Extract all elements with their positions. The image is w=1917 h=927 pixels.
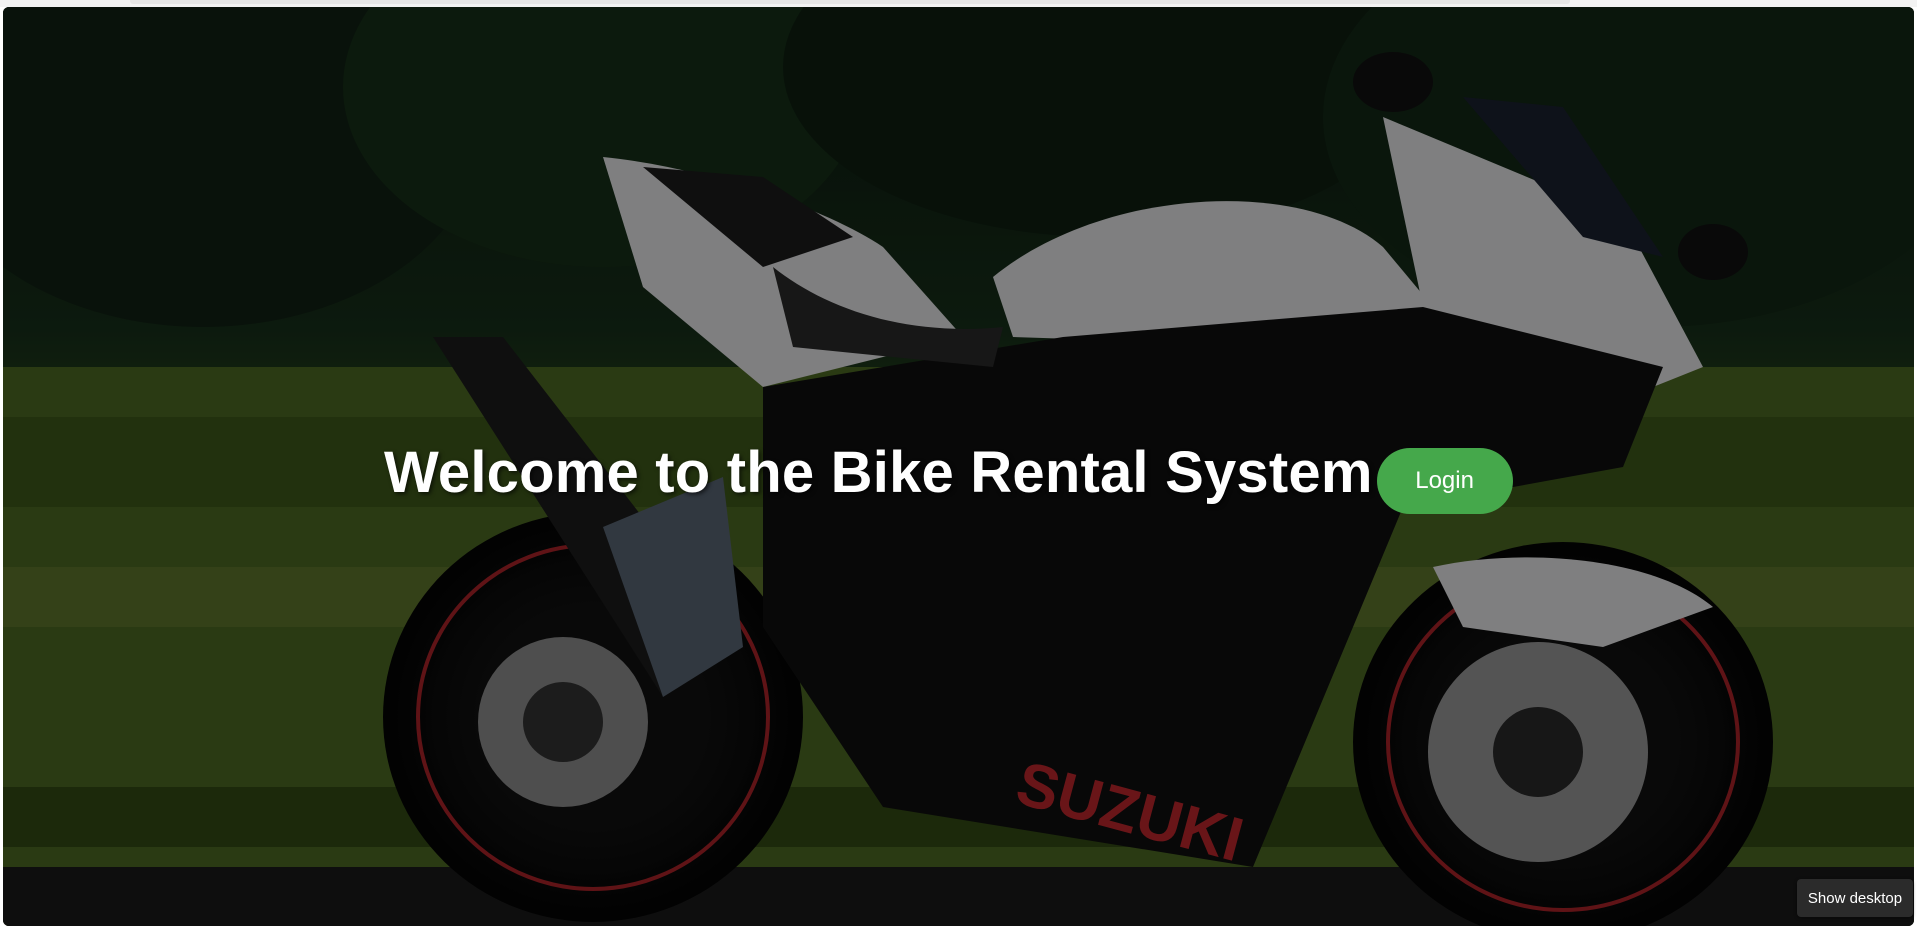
hero-section: SUZUKI Welcome to the Bike Rental System… [3, 7, 1914, 926]
show-desktop-tooltip[interactable]: Show desktop [1797, 879, 1913, 917]
hero-content: Welcome to the Bike Rental System Login [384, 437, 1513, 514]
hero-title: Welcome to the Bike Rental System [384, 440, 1373, 505]
top-strip-bar [130, 0, 1570, 4]
login-button[interactable]: Login [1376, 448, 1513, 514]
browser-top-strip [0, 0, 1917, 7]
